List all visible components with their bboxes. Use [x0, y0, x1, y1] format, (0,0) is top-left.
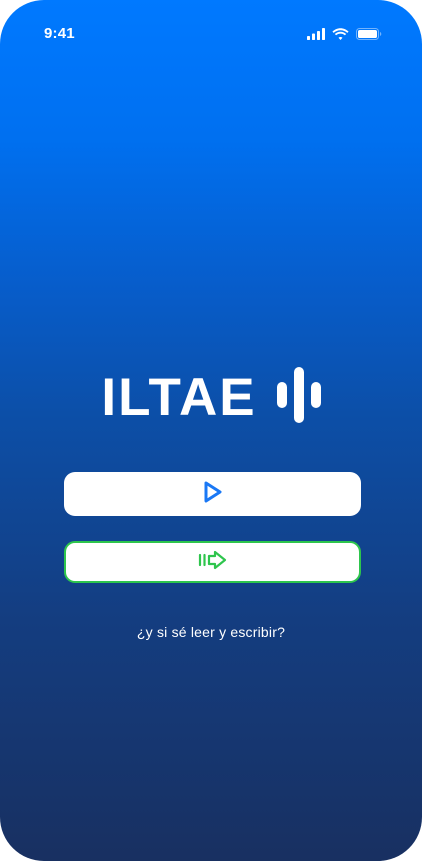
play-button[interactable] — [64, 472, 361, 516]
status-time: 9:41 — [44, 25, 75, 42]
audio-wave-icon — [276, 367, 321, 428]
status-bar: 9:41 — [0, 0, 422, 68]
arrow-right-icon — [198, 550, 228, 575]
status-icons — [307, 28, 382, 40]
wifi-icon — [332, 28, 349, 40]
signal-icon — [307, 28, 325, 40]
app-logo: ILTAE — [0, 367, 422, 428]
play-icon — [203, 480, 223, 509]
app-screen: 9:41 ILTAE ¿y si sé leer y escribir? — [0, 0, 422, 861]
literate-user-link[interactable]: ¿y si sé leer y escribir? — [0, 624, 422, 640]
battery-icon — [356, 28, 382, 40]
logo-text: ILTAE — [101, 367, 257, 427]
continue-button[interactable] — [64, 541, 361, 583]
